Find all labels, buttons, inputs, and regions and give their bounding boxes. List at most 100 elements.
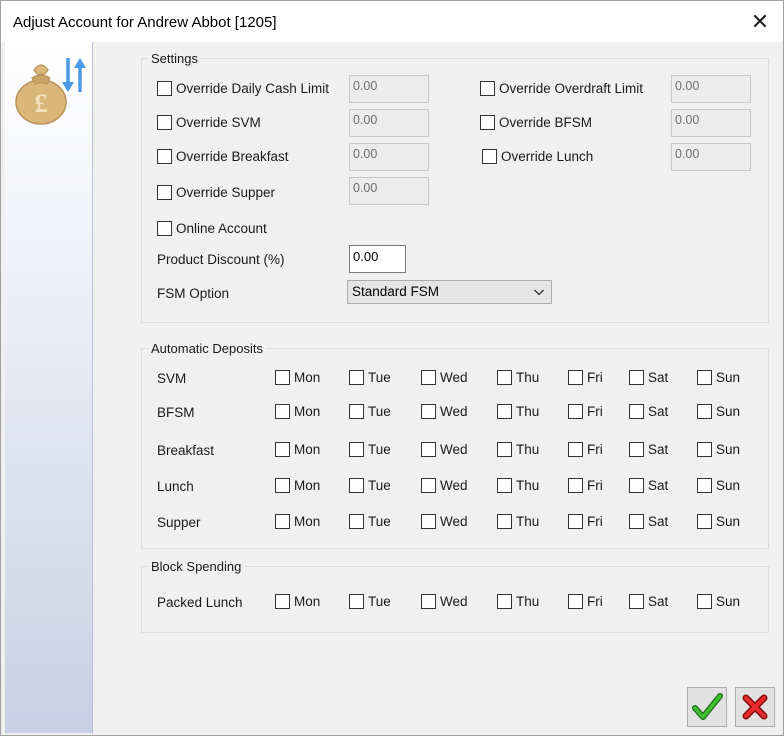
- block-packed-lunch-mon-checkbox[interactable]: [275, 594, 290, 609]
- override-overdraft-limit-row: Override Overdraft Limit: [480, 81, 643, 96]
- deposit-bfsm-wed-checkbox[interactable]: [421, 404, 436, 419]
- deposit-svm-fri-checkbox[interactable]: [568, 370, 583, 385]
- deposit-bfsm-mon-checkbox[interactable]: [275, 404, 290, 419]
- deposit-lunch-sat-checkbox[interactable]: [629, 478, 644, 493]
- override-svm-label: Override SVM: [176, 115, 261, 130]
- deposit-supper-tue-option: Tue: [349, 514, 391, 529]
- deposit-lunch-wed-checkbox[interactable]: [421, 478, 436, 493]
- deposit-svm-mon-checkbox[interactable]: [275, 370, 290, 385]
- day-label-tue: Tue: [368, 478, 391, 493]
- day-label-sat: Sat: [648, 442, 669, 457]
- block-packed-lunch-tue-option: Tue: [349, 594, 391, 609]
- block-packed-lunch-sun-checkbox[interactable]: [697, 594, 712, 609]
- deposit-bfsm-tue-option: Tue: [349, 404, 391, 419]
- day-label-sun: Sun: [716, 404, 741, 419]
- deposit-svm-mon-option: Mon: [275, 370, 320, 385]
- fsm-option-value: Standard FSM: [352, 284, 440, 299]
- override-supper-checkbox[interactable]: [157, 185, 172, 200]
- deposit-svm-tue-option: Tue: [349, 370, 391, 385]
- ok-button[interactable]: [687, 687, 727, 727]
- deposit-lunch-fri-option: Fri: [568, 478, 603, 493]
- deposit-breakfast-sun-option: Sun: [697, 442, 740, 457]
- bfsm-field[interactable]: 0.00: [671, 109, 751, 137]
- lunch-field[interactable]: 0.00: [671, 143, 751, 171]
- automatic-deposits-group: Automatic Deposits SVM Mon Tue Wed Thu Fri Sat…: [141, 341, 769, 549]
- online-account-checkbox[interactable]: [157, 221, 172, 236]
- block-spending-legend: Block Spending: [148, 559, 245, 574]
- day-label-mon: Mon: [294, 370, 321, 385]
- day-label-wed: Wed: [440, 514, 468, 529]
- deposit-bfsm-tue-checkbox[interactable]: [349, 404, 364, 419]
- deposit-bfsm-thu-option: Thu: [497, 404, 539, 419]
- online-account-label: Online Account: [176, 221, 267, 236]
- daily-cash-limit-field[interactable]: 0.00: [349, 75, 429, 103]
- override-bfsm-label: Override BFSM: [499, 115, 593, 130]
- block-packed-lunch-sun-option: Sun: [697, 594, 740, 609]
- deposit-svm-thu-checkbox[interactable]: [497, 370, 512, 385]
- day-label-fri: Fri: [587, 478, 603, 493]
- override-bfsm-checkbox[interactable]: [480, 115, 495, 130]
- override-daily-cash-limit-row: Override Daily Cash Limit: [157, 81, 329, 96]
- deposit-breakfast-tue-checkbox[interactable]: [349, 442, 364, 457]
- deposit-bfsm-thu-checkbox[interactable]: [497, 404, 512, 419]
- cancel-button[interactable]: [735, 687, 775, 727]
- day-label-mon: Mon: [294, 478, 321, 493]
- deposit-supper-sun-checkbox[interactable]: [697, 514, 712, 529]
- deposit-breakfast-sun-checkbox[interactable]: [697, 442, 712, 457]
- block-packed-lunch-wed-option: Wed: [421, 594, 468, 609]
- overdraft-limit-field[interactable]: 0.00: [671, 75, 751, 103]
- deposit-breakfast-sat-checkbox[interactable]: [629, 442, 644, 457]
- override-svm-checkbox[interactable]: [157, 115, 172, 130]
- deposit-svm-tue-checkbox[interactable]: [349, 370, 364, 385]
- deposit-breakfast-thu-checkbox[interactable]: [497, 442, 512, 457]
- deposit-lunch-fri-checkbox[interactable]: [568, 478, 583, 493]
- deposit-breakfast-fri-checkbox[interactable]: [568, 442, 583, 457]
- deposit-bfsm-sat-checkbox[interactable]: [629, 404, 644, 419]
- block-packed-lunch-fri-checkbox[interactable]: [568, 594, 583, 609]
- day-label-sun: Sun: [716, 442, 741, 457]
- close-icon[interactable]: ✕: [747, 9, 773, 35]
- block-packed-lunch-sat-checkbox[interactable]: [629, 594, 644, 609]
- deposit-supper-thu-option: Thu: [497, 514, 539, 529]
- deposit-svm-wed-checkbox[interactable]: [421, 370, 436, 385]
- override-daily-cash-limit-label: Override Daily Cash Limit: [176, 81, 330, 96]
- deposit-supper-sat-checkbox[interactable]: [629, 514, 644, 529]
- deposit-breakfast-wed-checkbox[interactable]: [421, 442, 436, 457]
- deposit-breakfast-mon-checkbox[interactable]: [275, 442, 290, 457]
- deposit-lunch-sat-option: Sat: [629, 478, 668, 493]
- deposit-lunch-tue-checkbox[interactable]: [349, 478, 364, 493]
- deposit-svm-sat-checkbox[interactable]: [629, 370, 644, 385]
- deposit-supper-thu-checkbox[interactable]: [497, 514, 512, 529]
- deposit-supper-sun-option: Sun: [697, 514, 740, 529]
- deposit-lunch-mon-checkbox[interactable]: [275, 478, 290, 493]
- day-label-wed: Wed: [440, 594, 468, 609]
- override-overdraft-limit-checkbox[interactable]: [480, 81, 495, 96]
- fsm-option-select[interactable]: Standard FSM: [347, 280, 552, 304]
- deposit-svm-sun-checkbox[interactable]: [697, 370, 712, 385]
- day-label-mon: Mon: [294, 404, 321, 419]
- fsm-option-label: FSM Option: [157, 286, 230, 301]
- supper-field[interactable]: 0.00: [349, 177, 429, 205]
- block-packed-lunch-thu-checkbox[interactable]: [497, 594, 512, 609]
- deposit-supper-fri-checkbox[interactable]: [568, 514, 583, 529]
- deposit-bfsm-fri-option: Fri: [568, 404, 603, 419]
- override-supper-label: Override Supper: [176, 185, 276, 200]
- override-lunch-checkbox[interactable]: [482, 149, 497, 164]
- product-discount-input[interactable]: 0.00: [349, 245, 406, 273]
- day-label-sat: Sat: [648, 370, 669, 385]
- breakfast-field[interactable]: 0.00: [349, 143, 429, 171]
- deposit-supper-wed-checkbox[interactable]: [421, 514, 436, 529]
- day-label-wed: Wed: [440, 442, 468, 457]
- online-account-row: Online Account: [157, 221, 267, 236]
- deposit-lunch-thu-checkbox[interactable]: [497, 478, 512, 493]
- block-packed-lunch-wed-checkbox[interactable]: [421, 594, 436, 609]
- svm-field[interactable]: 0.00: [349, 109, 429, 137]
- block-packed-lunch-tue-checkbox[interactable]: [349, 594, 364, 609]
- override-daily-cash-limit-checkbox[interactable]: [157, 81, 172, 96]
- deposit-bfsm-sun-checkbox[interactable]: [697, 404, 712, 419]
- deposit-supper-mon-checkbox[interactable]: [275, 514, 290, 529]
- deposit-bfsm-fri-checkbox[interactable]: [568, 404, 583, 419]
- deposit-lunch-sun-checkbox[interactable]: [697, 478, 712, 493]
- override-breakfast-checkbox[interactable]: [157, 149, 172, 164]
- deposit-supper-tue-checkbox[interactable]: [349, 514, 364, 529]
